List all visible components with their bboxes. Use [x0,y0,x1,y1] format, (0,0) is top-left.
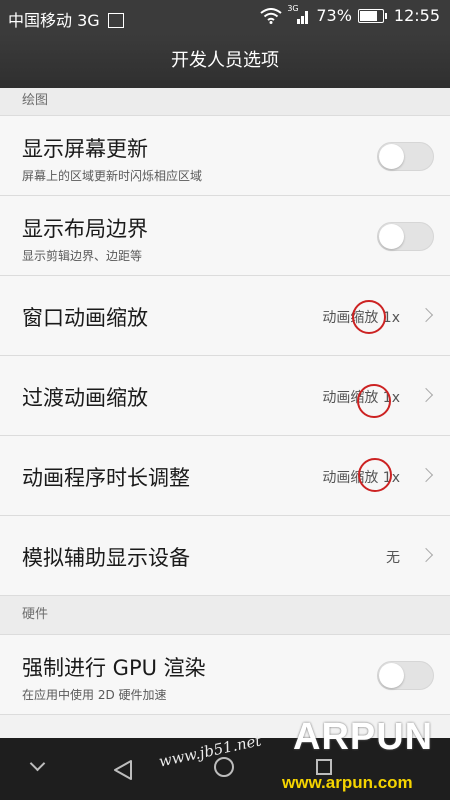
setting-transition-animation-scale[interactable]: 过渡动画缩放 动画缩放 1x [0,356,450,436]
status-left: 中国移动 3G [8,7,124,31]
signal-icon: 3G [287,4,310,25]
annotation-circle [357,384,391,418]
battery-icon [357,8,387,23]
force-gpu-rendering-toggle[interactable] [377,661,434,690]
chevron-right-icon [418,467,434,483]
setting-title: 显示屏幕更新 [22,137,148,161]
clock: 12:55 [393,6,440,25]
setting-animator-duration-scale[interactable]: 动画程序时长调整 动画缩放 1x [0,436,450,516]
show-layout-bounds-toggle[interactable] [377,222,434,251]
setting-force-gpu-rendering[interactable]: 强制进行 GPU 渲染 在应用中使用 2D 硬件加速 [0,635,450,715]
section-header-hardware: 硬件 [0,596,450,635]
annotation-circle [358,458,392,492]
status-bar: 中国移动 3G 3G 73% 12:55 [0,0,450,34]
setting-show-screen-updates[interactable]: 显示屏幕更新 屏幕上的区域更新时闪烁相应区域 [0,116,450,196]
home-icon[interactable] [214,757,234,777]
section-header-drawing: 绘图 [0,88,450,116]
watermark-url: www.arpun.com [282,773,413,792]
setting-show-layout-bounds[interactable]: 显示布局边界 显示剪辑边界、边距等 [0,196,450,276]
chevron-right-icon [418,547,434,563]
setting-title: 窗口动画缩放 [22,306,148,330]
setting-subtitle: 屏幕上的区域更新时闪烁相应区域 [22,169,203,183]
carrier-name: 中国移动 [8,11,73,30]
sim-icon [107,13,124,28]
setting-subtitle: 在应用中使用 2D 硬件加速 [22,688,167,702]
back-icon[interactable] [112,759,134,781]
watermark-logo: ARPUN [293,716,434,758]
chevron-right-icon [418,387,434,403]
setting-title: 强制进行 GPU 渲染 [22,656,206,680]
annotation-circle [352,300,386,334]
toggle-knob [379,144,404,169]
setting-title: 过渡动画缩放 [22,386,148,410]
setting-title: 动画程序时长调整 [22,466,190,490]
screen: 中国移动 3G 3G 73% 12:55 开发人员选项 绘图 显示屏幕更新 屏幕… [0,0,450,800]
show-screen-updates-toggle[interactable] [377,142,434,171]
toggle-knob [379,663,404,688]
wifi-icon [260,7,282,24]
chevron-down-icon[interactable] [29,755,46,772]
battery-percent: 73% [316,6,352,25]
network-type: 3G [77,11,100,30]
setting-simulate-secondary-displays[interactable]: 模拟辅助显示设备 无 [0,516,450,596]
setting-window-animation-scale[interactable]: 窗口动画缩放 动画缩放 1x [0,276,450,356]
setting-subtitle: 显示剪辑边界、边距等 [22,249,143,263]
toggle-knob [379,224,404,249]
chevron-right-icon [418,307,434,323]
setting-value: 无 [386,550,400,566]
status-right: 3G 73% 12:55 [260,4,440,25]
setting-title: 显示布局边界 [22,217,148,241]
settings-list[interactable]: 绘图 显示屏幕更新 屏幕上的区域更新时闪烁相应区域 显示布局边界 显示剪辑边界、… [0,88,450,738]
page-title: 开发人员选项 [0,34,450,88]
setting-title: 模拟辅助显示设备 [22,546,190,570]
